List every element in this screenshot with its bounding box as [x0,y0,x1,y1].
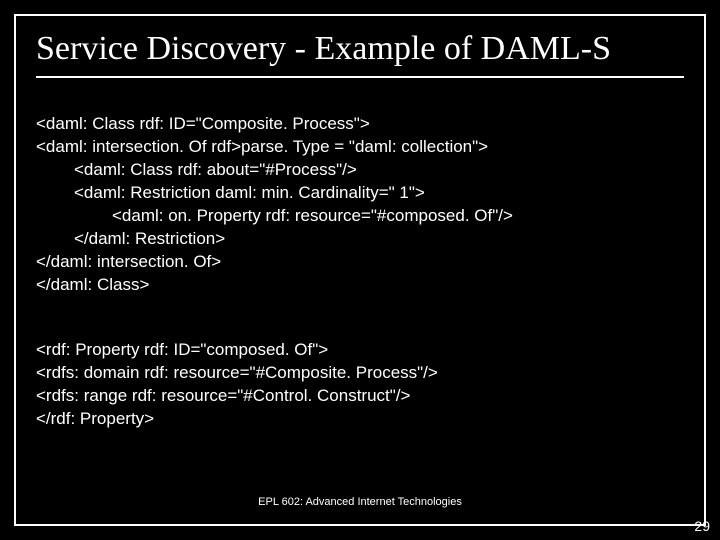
code-line: </rdf: Property> [36,409,154,428]
code-line: </daml: Class> [36,275,149,294]
code-block-2: <rdf: Property rdf: ID="composed. Of"> <… [36,317,684,432]
code-line: <daml: Restriction daml: min. Cardinalit… [36,182,425,205]
code-gap [36,297,684,317]
code-line: <daml: intersection. Of rdf>parse. Type … [36,137,488,156]
page-title: Service Discovery - Example of DAML-S [36,30,684,68]
code-line: </daml: intersection. Of> [36,252,221,271]
code-line: <rdf: Property rdf: ID="composed. Of"> [36,340,328,359]
code-line: </daml: Restriction> [36,228,225,251]
footer-text: EPL 602: Advanced Internet Technologies [16,496,704,508]
slide-frame: Service Discovery - Example of DAML-S <d… [14,14,706,526]
code-block-1: <daml: Class rdf: ID="Composite. Process… [36,90,684,296]
page-number: 29 [694,518,710,534]
code-line: <rdfs: domain rdf: resource="#Composite.… [36,363,438,382]
code-line: <daml: Class rdf: about="#Process"/> [36,159,357,182]
title-rule [36,76,684,78]
code-line: <daml: Class rdf: ID="Composite. Process… [36,114,370,133]
code-line: <rdfs: range rdf: resource="#Control. Co… [36,386,410,405]
code-line: <daml: on. Property rdf: resource="#comp… [36,205,513,228]
